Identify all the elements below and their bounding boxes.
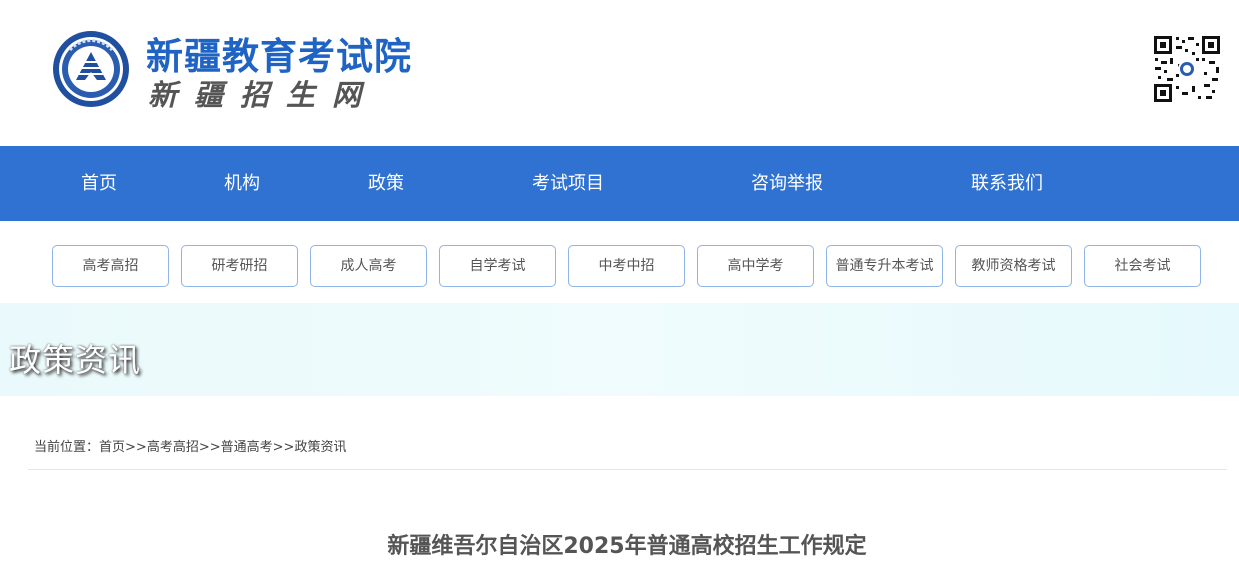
category-button-adult[interactable]: 成人高考 (310, 245, 427, 287)
section-title: 政策资讯 (9, 341, 142, 379)
article-title: 新疆维吾尔自治区2025年普通高校招生工作规定 (387, 534, 867, 559)
nav-item-policy[interactable]: 政策 (368, 146, 404, 221)
nav-item-home[interactable]: 首页 (81, 146, 117, 221)
section-banner: 政策资讯 (0, 303, 1239, 396)
nav-item-inquiry-report[interactable]: 咨询举报 (751, 146, 823, 221)
divider (28, 469, 1227, 470)
breadcrumb-separator: >> (198, 440, 221, 455)
category-button-gaokao[interactable]: 高考高招 (52, 245, 169, 287)
main-nav: 首页 机构 政策 考试项目 咨询举报 联系我们 (0, 146, 1239, 221)
breadcrumb-policy-news[interactable]: 政策资讯 (294, 440, 346, 455)
exam-authority-emblem-icon[interactable] (52, 30, 130, 108)
breadcrumb-home[interactable]: 首页 (99, 440, 125, 455)
breadcrumb-prefix: 当前位置： (34, 440, 100, 455)
category-button-upgrade[interactable]: 普通专升本考试 (826, 245, 943, 287)
category-button-zhongkao[interactable]: 中考中招 (568, 245, 685, 287)
breadcrumb: 当前位置：首页>>高考高招>>普通高考>>政策资讯 (34, 436, 346, 455)
category-button-social[interactable]: 社会考试 (1084, 245, 1201, 287)
category-button-high-school-exam[interactable]: 高中学考 (697, 245, 814, 287)
category-button-teacher-cert[interactable]: 教师资格考试 (955, 245, 1072, 287)
site-header: 新疆教育考试院 新疆招生网 (0, 0, 1239, 146)
nav-item-exams[interactable]: 考试项目 (532, 146, 604, 221)
qr-code-icon (1152, 34, 1222, 104)
breadcrumb-gaokao[interactable]: 高考高招 (147, 440, 199, 455)
breadcrumb-separator: >> (272, 440, 295, 455)
exam-category-bar: 高考高招 研考研招 成人高考 自学考试 中考中招 高中学考 普通专升本考试 教师… (0, 245, 1239, 287)
nav-item-organization[interactable]: 机构 (224, 146, 260, 221)
site-brand-subtitle: 新疆招生网 (148, 78, 379, 112)
breadcrumb-separator: >> (125, 440, 147, 455)
category-button-graduate[interactable]: 研考研招 (181, 245, 298, 287)
category-button-self-study[interactable]: 自学考试 (439, 245, 556, 287)
breadcrumb-regular-gaokao[interactable]: 普通高考 (221, 440, 273, 455)
nav-item-contact[interactable]: 联系我们 (971, 146, 1043, 221)
